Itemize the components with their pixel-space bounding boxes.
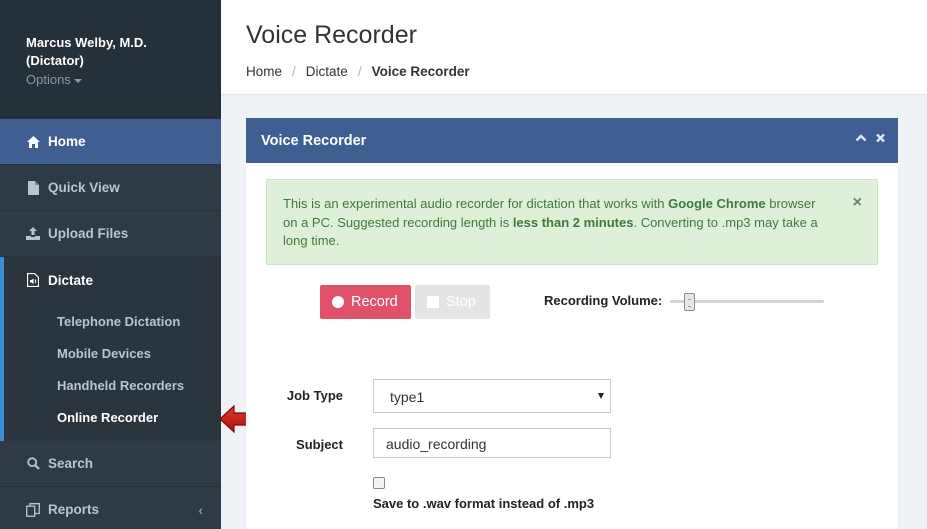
subject-input[interactable]: audio_recording	[373, 428, 611, 458]
alert-emphasis: less than 2 minutes	[512, 214, 634, 230]
info-alert: This is an experimental audio recorder f…	[266, 179, 878, 265]
options-dropdown[interactable]: Options	[26, 71, 221, 89]
panel-close-icon[interactable]	[875, 132, 886, 148]
sidebar-item-label: Reports	[48, 502, 100, 517]
upload-icon	[26, 227, 40, 241]
breadcrumb-separator: /	[292, 64, 296, 79]
submenu-online-recorder[interactable]: Online Recorder	[4, 401, 221, 433]
alert-text: This is an experimental audio recorder f…	[283, 196, 669, 211]
file-icon	[26, 180, 40, 195]
dictate-submenu: Telephone Dictation Mobile Devices Handh…	[4, 303, 221, 441]
breadcrumb-separator: /	[357, 64, 362, 79]
breadcrumb-dictate[interactable]: Dictate	[306, 64, 348, 79]
sidebar-item-label: Dictate	[48, 272, 94, 288]
caret-down-icon	[73, 78, 82, 83]
stop-square-icon	[427, 296, 439, 308]
sidebar-item-label: Upload Files	[48, 226, 129, 241]
panel-tools	[855, 132, 886, 148]
record-label: Record	[351, 294, 398, 310]
page-title: Voice Recorder	[246, 21, 417, 49]
sidebar-item-search[interactable]: Search	[0, 441, 221, 487]
voice-recorder-panel: Voice Recorder This is an experimental a…	[246, 118, 898, 529]
sidebar-item-label: Search	[48, 456, 94, 471]
breadcrumb: Home / Dictate / Voice Recorder	[246, 64, 927, 79]
chevron-left-icon: ‹	[198, 501, 203, 518]
submenu-mobile-devices[interactable]: Mobile Devices	[4, 337, 221, 369]
panel-header: Voice Recorder	[246, 118, 898, 163]
volume-slider-handle[interactable]	[684, 293, 696, 311]
subject-value: audio_recording	[386, 436, 487, 452]
submenu-telephone-dictation[interactable]: Telephone Dictation	[4, 305, 221, 337]
stop-label: Stop	[446, 294, 476, 310]
submenu-handheld-recorders[interactable]: Handheld Recorders	[4, 369, 221, 401]
record-button[interactable]: Record	[320, 285, 411, 319]
sidebar-item-quick-view[interactable]: Quick View	[0, 165, 221, 211]
home-icon	[26, 135, 40, 149]
alert-close-icon[interactable]: ×	[853, 194, 862, 213]
page-header: Voice Recorder Home / Dictate / Voice Re…	[221, 0, 927, 95]
job-type-label: Job Type	[286, 388, 343, 403]
sidebar-item-upload-files[interactable]: Upload Files	[0, 211, 221, 257]
user-role: (Dictator)	[26, 53, 84, 68]
sidebar: Marcus Welby, M.D. (Dictator) Options Ho…	[0, 0, 221, 529]
breadcrumb-current: Voice Recorder	[371, 64, 470, 79]
panel-title: Voice Recorder	[261, 132, 367, 149]
select-arrow-icon	[598, 393, 604, 399]
user-name: Marcus Welby, M.D.	[26, 35, 147, 50]
user-profile: Marcus Welby, M.D. (Dictator) Options	[0, 0, 221, 119]
sidebar-item-label: Quick View	[48, 180, 120, 195]
wav-format-label: Save to .wav format instead of .mp3	[373, 496, 595, 511]
sidebar-item-reports[interactable]: Reports ‹	[0, 487, 221, 529]
stop-button[interactable]: Stop	[415, 285, 490, 319]
sidebar-item-label: Home	[48, 134, 86, 149]
record-dot-icon	[332, 296, 344, 308]
breadcrumb-home[interactable]: Home	[246, 64, 282, 79]
copy-icon	[26, 502, 40, 517]
job-type-value: type1	[390, 389, 425, 405]
audio-file-icon	[26, 273, 40, 287]
recording-volume-label: Recording Volume:	[544, 293, 663, 308]
sidebar-item-home[interactable]: Home	[0, 119, 221, 165]
search-icon	[26, 457, 40, 471]
options-label: Options	[26, 72, 71, 87]
sidebar-item-dictate[interactable]: Dictate	[4, 257, 221, 303]
subject-label: Subject	[296, 437, 343, 452]
alert-emphasis: Google Chrome	[668, 196, 766, 211]
collapse-chevron-up-icon[interactable]	[855, 132, 867, 148]
sidebar-group-dictate: Dictate Telephone Dictation Mobile Devic…	[0, 257, 221, 441]
job-type-select[interactable]: type1	[373, 379, 611, 413]
wav-format-checkbox[interactable]	[373, 477, 385, 489]
